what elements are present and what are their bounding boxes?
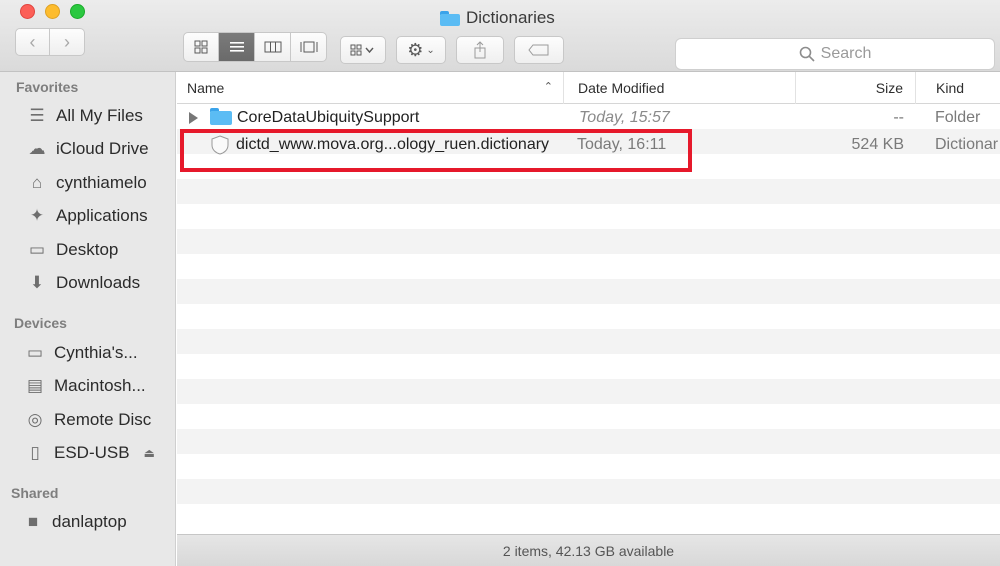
file-name: CoreDataUbiquitySupport <box>237 108 420 126</box>
sidebar-item-label: Macintosh... <box>54 376 146 395</box>
columns-icon <box>264 41 281 53</box>
gallery-view-button[interactable] <box>291 32 327 62</box>
folder-icon <box>210 108 232 125</box>
sidebar-item-label: cynthiamelo <box>56 173 147 192</box>
zoom-window-button[interactable] <box>70 4 85 19</box>
chevron-right-icon: › <box>64 31 70 52</box>
sidebar-item-desktop[interactable]: ▭ Desktop <box>26 238 118 262</box>
search-placeholder: Search <box>820 45 872 62</box>
sidebar-item-home[interactable]: ⌂ cynthiamelo <box>26 171 147 195</box>
sidebar-item-icloud-drive[interactable]: ☁︎ iCloud Drive <box>26 137 149 161</box>
sidebar-item-esd-usb[interactable]: ▯ ESD-USB ⏏︎ <box>24 441 155 465</box>
chevron-down-icon: ⌄ <box>426 44 435 56</box>
file-date-modified: Today, 15:57 <box>579 108 670 126</box>
highlight-annotation-box <box>180 129 692 172</box>
sidebar-item-downloads[interactable]: ⬇︎ Downloads <box>26 271 140 295</box>
file-row[interactable]: CoreDataUbiquitySupport Today, 15:57 -- … <box>177 105 1000 130</box>
file-kind: Dictionar <box>935 135 999 153</box>
window-title: Dictionaries <box>440 7 555 29</box>
usb-drive-icon: ▯ <box>30 443 40 462</box>
sidebar-item-label: Cynthia's... <box>54 343 138 362</box>
arrange-button[interactable] <box>340 36 386 64</box>
status-bar: 2 items, 42.13 GB available <box>177 534 1000 566</box>
sidebar-item-label: Downloads <box>56 273 141 292</box>
close-window-button[interactable] <box>20 4 35 19</box>
desktop-icon: ▭ <box>28 240 46 259</box>
icon-grid-icon <box>194 40 208 54</box>
file-size: 524 KB <box>851 135 904 153</box>
arrange-icon <box>350 44 374 56</box>
sidebar-section-shared: Shared <box>11 485 59 501</box>
column-header-name[interactable]: Name ⌃ <box>177 72 564 104</box>
sidebar-item-label: iCloud Drive <box>56 139 149 158</box>
window-title-text: Dictionaries <box>466 8 555 27</box>
laptop-icon: ▭ <box>26 343 44 362</box>
back-button[interactable]: ‹ <box>15 28 50 56</box>
list-view-button[interactable] <box>219 32 255 62</box>
sidebar-item-label: danlaptop <box>52 512 127 531</box>
computer-icon: ■ <box>27 512 39 531</box>
search-field[interactable]: Search <box>675 38 995 70</box>
column-headers: Name ⌃ Date Modified Size Kind <box>177 72 1000 104</box>
hard-drive-icon: ▤ <box>26 376 44 395</box>
column-header-size[interactable]: Size <box>796 72 916 104</box>
minimize-window-button[interactable] <box>45 4 60 19</box>
forward-button[interactable]: › <box>50 28 85 56</box>
sidebar-item-label: Remote Disc <box>54 410 152 429</box>
folder-icon <box>440 10 460 26</box>
home-icon: ⌂ <box>31 173 43 192</box>
eject-icon[interactable]: ⏏︎ <box>144 446 155 460</box>
navigation-group: ‹ › <box>15 28 85 56</box>
file-kind: Folder <box>935 108 981 126</box>
sidebar-section-devices: Devices <box>14 315 67 331</box>
sidebar-item-label: All My Files <box>56 106 143 125</box>
search-icon <box>799 46 815 62</box>
gear-icon: ⚙︎ <box>407 39 424 60</box>
list-icon <box>229 42 244 52</box>
view-mode-group <box>183 32 327 62</box>
sidebar-item-all-my-files[interactable]: ☰ All My Files <box>26 104 143 128</box>
cloud-icon: ☁︎ <box>28 139 46 158</box>
gallery-icon <box>300 41 317 53</box>
share-button[interactable] <box>456 36 504 64</box>
column-header-date-modified[interactable]: Date Modified <box>564 72 796 104</box>
column-view-button[interactable] <box>255 32 291 62</box>
finder-window: Dictionaries ‹ › ⚙︎ ⌄ Search Favorites ☰… <box>0 0 1000 566</box>
tags-button[interactable] <box>514 36 564 64</box>
disc-icon: ◎ <box>27 410 43 429</box>
sidebar-item-danlaptop[interactable]: ■ danlaptop <box>22 510 127 534</box>
all-files-icon: ☰ <box>29 106 45 125</box>
disclosure-triangle-icon[interactable] <box>189 112 198 124</box>
icon-view-button[interactable] <box>183 32 219 62</box>
sidebar-item-applications[interactable]: ✦ Applications <box>26 204 148 228</box>
sidebar-item-label: Applications <box>56 206 148 225</box>
chevron-left-icon: ‹ <box>29 31 36 52</box>
sidebar-item-macintosh-hd[interactable]: ▤ Macintosh... <box>24 374 146 398</box>
download-icon: ⬇︎ <box>29 273 45 292</box>
toolbar: Dictionaries ‹ › ⚙︎ ⌄ Search <box>0 0 1000 72</box>
sort-ascending-icon: ⌃ <box>543 81 553 93</box>
action-button[interactable]: ⚙︎ ⌄ <box>396 36 446 64</box>
status-text: 2 items, 42.13 GB available <box>502 542 675 559</box>
sidebar-item-label: Desktop <box>56 240 119 259</box>
sidebar: Favorites ☰ All My Files ☁︎ iCloud Drive… <box>0 72 176 566</box>
sidebar-section-favorites: Favorites <box>16 79 79 95</box>
column-header-kind[interactable]: Kind <box>916 72 1000 104</box>
applications-icon: ✦ <box>29 206 45 225</box>
tag-icon <box>528 44 549 56</box>
sidebar-item-remote-disc[interactable]: ◎ Remote Disc <box>24 408 152 432</box>
share-icon <box>474 41 486 59</box>
file-size: -- <box>893 108 904 126</box>
sidebar-item-laptop[interactable]: ▭ Cynthia's... <box>24 341 138 365</box>
sidebar-item-label: ESD-USB <box>54 443 130 462</box>
